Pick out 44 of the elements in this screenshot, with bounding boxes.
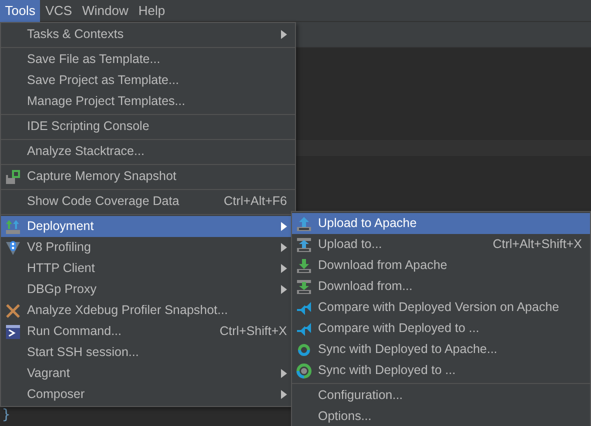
code-text: } — [2, 406, 10, 425]
menu-bar-item[interactable]: VCS — [40, 0, 78, 22]
menu-item[interactable]: Compare with Deployed Version on Apache — [292, 297, 590, 318]
menu-item[interactable]: HTTP Client — [1, 258, 295, 279]
menu-item[interactable]: IDE Scripting Console — [1, 116, 295, 137]
menu-item[interactable]: Run Command... Ctrl+Shift+X — [1, 321, 295, 342]
compare-arrows-icon — [296, 300, 312, 316]
menu-item[interactable]: Options... — [292, 406, 590, 426]
menu-bar-item[interactable]: Tools — [0, 0, 40, 22]
menu-item[interactable]: Download from Apache — [292, 255, 590, 276]
terminal-icon — [5, 324, 21, 340]
funnel-icon — [5, 240, 21, 256]
compare-arrows-icon — [296, 320, 312, 336]
upload-icon — [296, 216, 312, 232]
menu-item[interactable]: Save File as Template... — [1, 49, 295, 70]
menu-item[interactable]: Sync with Deployed to Apache... — [292, 339, 590, 360]
sync-icon — [296, 362, 312, 378]
menu-item[interactable]: Compare with Deployed to ... — [292, 318, 590, 339]
menu-item[interactable]: Vagrant — [1, 363, 295, 384]
menu-item[interactable]: Upload to... Ctrl+Alt+Shift+X — [292, 234, 590, 255]
menu-item[interactable]: V8 Profiling — [1, 237, 295, 258]
download-icon — [296, 258, 312, 274]
menu-item[interactable]: Manage Project Templates... — [1, 91, 295, 112]
download-icon — [296, 278, 312, 294]
sync-icon — [296, 342, 312, 358]
menu-bar-item[interactable]: Window — [77, 0, 134, 22]
menu-item[interactable]: Tasks & Contexts — [1, 24, 295, 45]
cross-icon — [5, 302, 21, 318]
menu-item[interactable]: Download from... — [292, 276, 590, 297]
menu-bar-item[interactable]: Help — [133, 0, 170, 22]
menu-item[interactable]: Sync with Deployed to ... — [292, 360, 590, 381]
menu-item[interactable]: Upload to Apache — [292, 213, 590, 234]
menu-item[interactable]: Configuration... — [292, 385, 590, 406]
menu-item[interactable]: Save Project as Template... — [1, 70, 295, 91]
menu-item[interactable]: Composer — [1, 384, 295, 405]
menu-item[interactable]: DBGp Proxy — [1, 279, 295, 300]
menu-item[interactable]: Capture Memory Snapshot — [1, 166, 295, 187]
menu-item[interactable]: Analyze Stacktrace... — [1, 141, 295, 162]
menu-item[interactable]: Show Code Coverage Data Ctrl+Alt+F6 — [1, 191, 295, 212]
upload-icon — [5, 218, 21, 234]
menu-item[interactable]: Start SSH session... — [1, 342, 295, 363]
menu-item[interactable]: Analyze Xdebug Profiler Snapshot... — [1, 300, 295, 321]
disk-icon — [5, 168, 21, 184]
upload-icon — [296, 236, 312, 252]
